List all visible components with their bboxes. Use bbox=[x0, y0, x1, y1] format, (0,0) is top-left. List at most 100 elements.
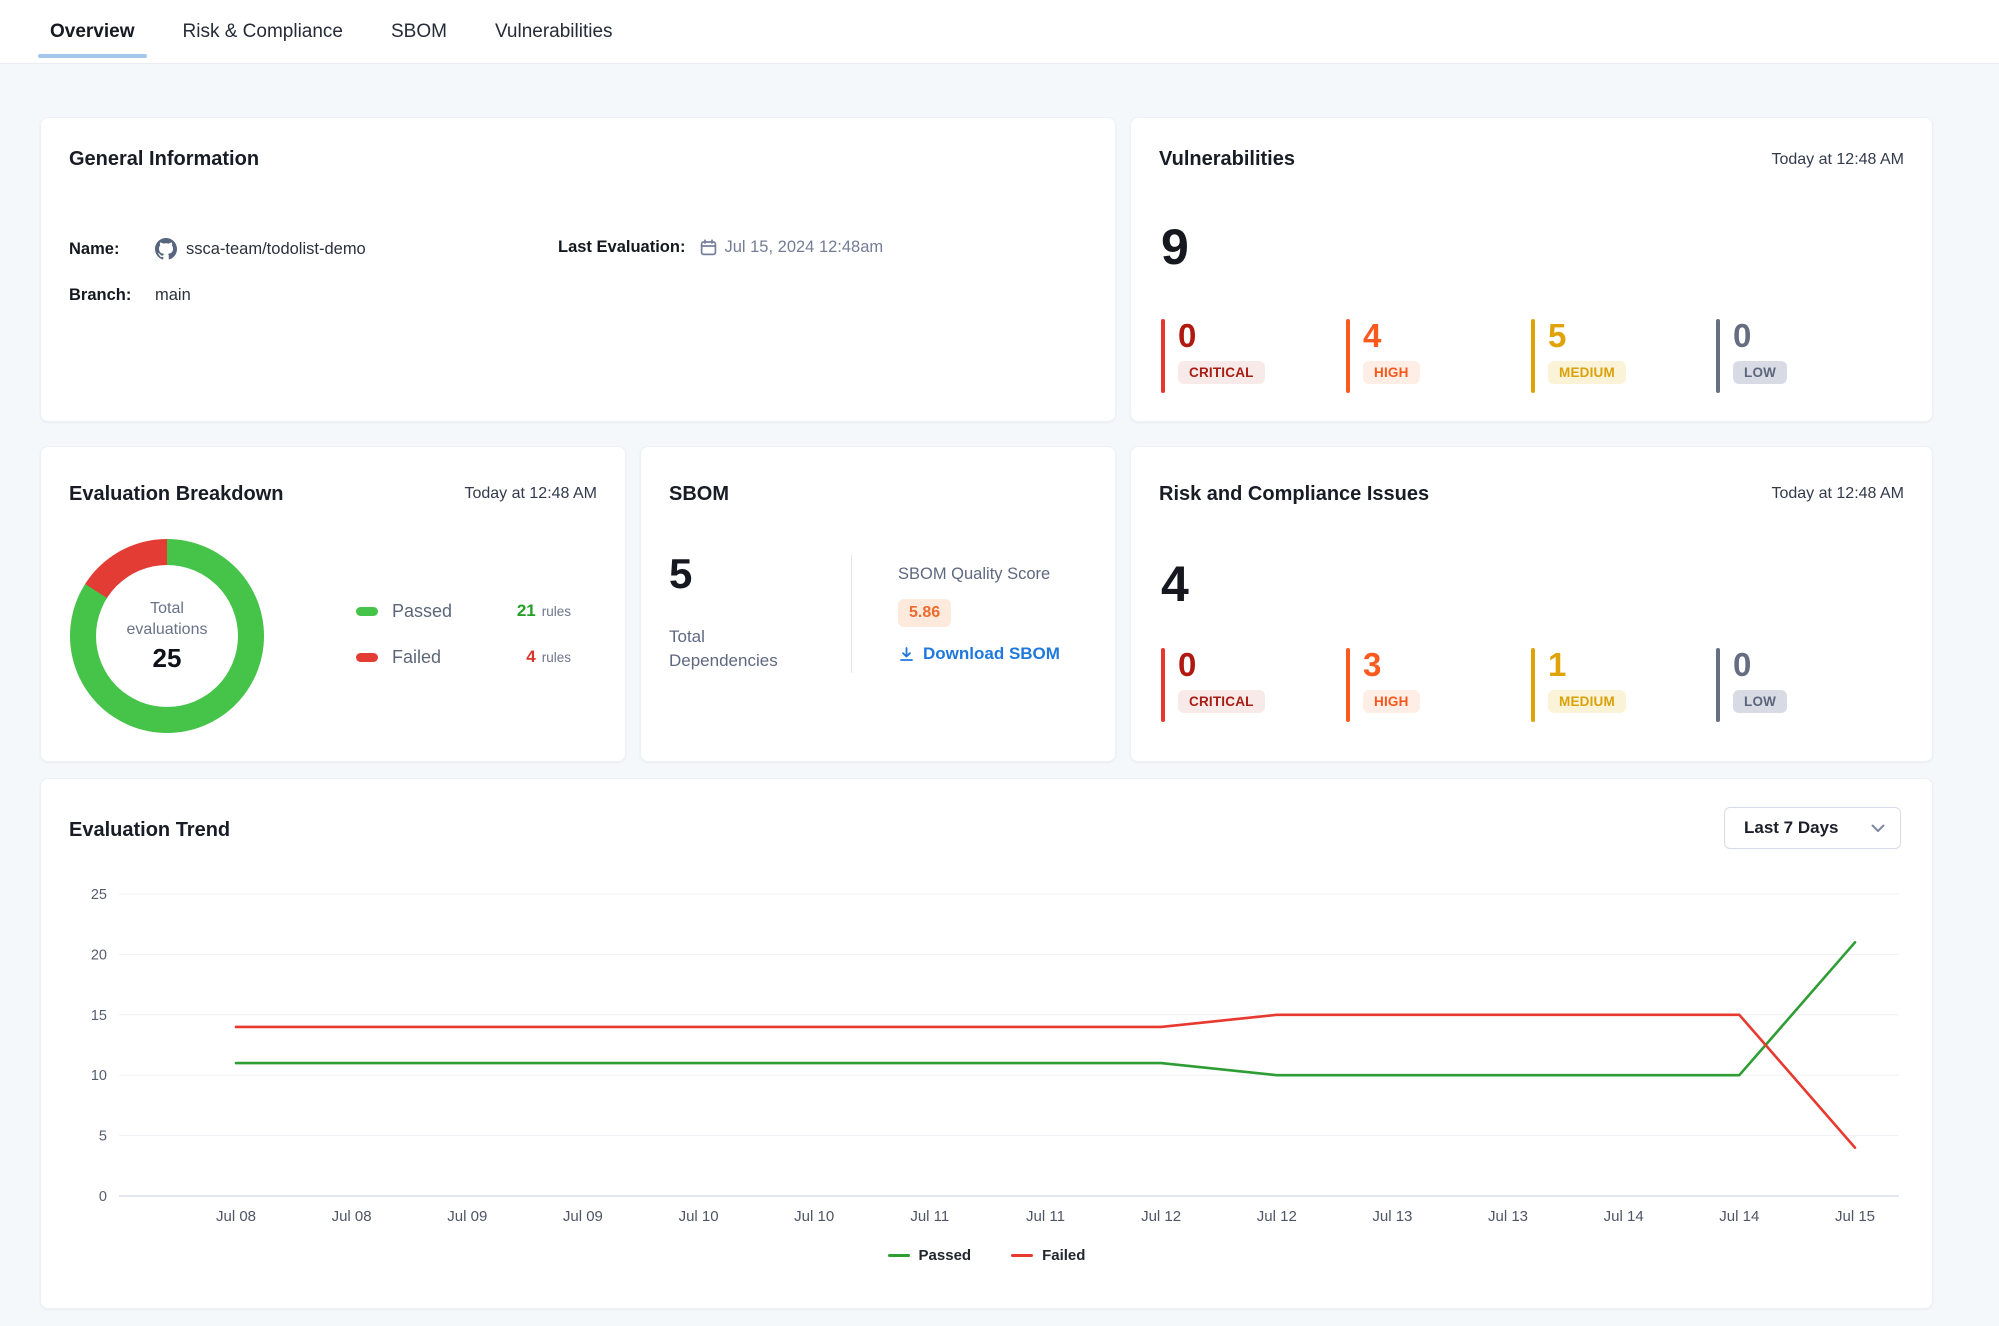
branch-value: main bbox=[155, 286, 191, 305]
svg-text:Jul 10: Jul 10 bbox=[794, 1208, 834, 1225]
tab-overview[interactable]: Overview bbox=[50, 0, 135, 63]
svg-text:20: 20 bbox=[91, 947, 107, 963]
failed-line-swatch bbox=[1011, 1254, 1033, 1257]
svg-text:Jul 14: Jul 14 bbox=[1604, 1208, 1644, 1225]
total-dependencies-count: 5 bbox=[669, 553, 692, 595]
severity-low: 0 LOW bbox=[1716, 648, 1864, 722]
tab-vulnerabilities[interactable]: Vulnerabilities bbox=[495, 0, 613, 63]
svg-text:10: 10 bbox=[91, 1068, 107, 1084]
repo-name-value: ssca-team/todolist-demo bbox=[186, 240, 366, 259]
legend-label: Failed bbox=[392, 647, 441, 668]
severity-row: 0 CRITICAL 4 HIGH 5 MEDIUM 0 LOW bbox=[1161, 319, 1864, 393]
legend-count: 21 bbox=[517, 601, 536, 621]
donut-legend: Passed 21 rules Failed 4 rules bbox=[356, 597, 571, 689]
sbom-quality-score-label: SBOM Quality Score bbox=[898, 565, 1108, 584]
severity-badge: CRITICAL bbox=[1178, 361, 1265, 384]
severity-count: 0 bbox=[1733, 648, 1787, 683]
svg-text:Jul 08: Jul 08 bbox=[216, 1208, 256, 1225]
sbom-card: SBOM 5 Total Dependencies SBOM Quality S… bbox=[640, 446, 1116, 762]
trend-line-chart: 0510152025Jul 08Jul 08Jul 09Jul 09Jul 10… bbox=[69, 869, 1906, 1231]
legend-failed: Failed bbox=[1011, 1247, 1085, 1264]
github-icon bbox=[155, 238, 177, 260]
svg-text:Jul 13: Jul 13 bbox=[1372, 1208, 1412, 1225]
last-evaluation-value: Jul 15, 2024 12:48am bbox=[724, 238, 883, 257]
severity-bar bbox=[1716, 319, 1720, 393]
calendar-icon bbox=[700, 239, 717, 256]
svg-text:25: 25 bbox=[91, 887, 107, 903]
svg-text:Jul 11: Jul 11 bbox=[1026, 1208, 1065, 1225]
vertical-divider bbox=[851, 555, 852, 673]
severity-high: 4 HIGH bbox=[1346, 319, 1494, 393]
legend-unit: rules bbox=[542, 604, 571, 619]
severity-badge: CRITICAL bbox=[1178, 690, 1265, 713]
severity-bar bbox=[1531, 648, 1535, 722]
severity-bar bbox=[1531, 319, 1535, 393]
severity-count: 5 bbox=[1548, 319, 1626, 354]
svg-text:15: 15 bbox=[91, 1008, 107, 1024]
svg-text:0: 0 bbox=[99, 1189, 107, 1205]
severity-badge: MEDIUM bbox=[1548, 361, 1626, 384]
donut-total-value: 25 bbox=[153, 643, 182, 674]
severity-row: 0 CRITICAL 3 HIGH 1 MEDIUM 0 LOW bbox=[1161, 648, 1864, 722]
card-title: General Information bbox=[69, 148, 259, 171]
legend-passed: Passed bbox=[888, 1247, 972, 1264]
svg-text:Jul 10: Jul 10 bbox=[679, 1208, 719, 1225]
severity-bar bbox=[1161, 648, 1165, 722]
severity-badge: LOW bbox=[1733, 361, 1787, 384]
repo-name-row: Name: ssca-team/todolist-demo bbox=[69, 238, 366, 260]
donut-center: Total evaluations 25 bbox=[96, 565, 238, 707]
legend-passed-row: Passed 21 rules bbox=[356, 597, 571, 625]
sbom-quality-score-value: 5.86 bbox=[898, 599, 951, 627]
donut-center-label: Total evaluations bbox=[127, 598, 208, 640]
risk-issues-total: 4 bbox=[1161, 559, 1189, 609]
card-title: Vulnerabilities bbox=[1159, 148, 1295, 171]
chevron-down-icon bbox=[1871, 824, 1885, 833]
severity-medium: 5 MEDIUM bbox=[1531, 319, 1679, 393]
tab-risk-compliance[interactable]: Risk & Compliance bbox=[183, 0, 344, 63]
svg-text:Jul 15: Jul 15 bbox=[1835, 1208, 1875, 1225]
severity-bar bbox=[1346, 648, 1350, 722]
card-timestamp: Today at 12:48 AM bbox=[1771, 485, 1904, 503]
evaluation-trend-card: Evaluation Trend Last 7 Days 0510152025J… bbox=[40, 778, 1933, 1309]
legend-failed-row: Failed 4 rules bbox=[356, 643, 571, 671]
severity-count: 0 bbox=[1178, 319, 1265, 354]
date-range-value: Last 7 Days bbox=[1744, 818, 1839, 838]
severity-medium: 1 MEDIUM bbox=[1531, 648, 1679, 722]
severity-count: 3 bbox=[1363, 648, 1420, 683]
severity-bar bbox=[1346, 319, 1350, 393]
card-title: SBOM bbox=[669, 483, 729, 506]
download-sbom-link[interactable]: Download SBOM bbox=[898, 644, 1108, 664]
severity-badge: HIGH bbox=[1363, 361, 1420, 384]
severity-count: 0 bbox=[1178, 648, 1265, 683]
svg-text:Jul 12: Jul 12 bbox=[1257, 1208, 1297, 1225]
card-title: Risk and Compliance Issues bbox=[1159, 483, 1429, 506]
evaluation-breakdown-card: Evaluation Breakdown Today at 12:48 AM T… bbox=[40, 446, 626, 762]
card-timestamp: Today at 12:48 AM bbox=[464, 485, 597, 503]
general-information-card: General Information Name: ssca-team/todo… bbox=[40, 117, 1116, 422]
severity-badge: HIGH bbox=[1363, 690, 1420, 713]
trend-legend: Passed Failed bbox=[41, 1247, 1932, 1264]
passed-line-swatch bbox=[888, 1254, 910, 1257]
vulnerabilities-card: Vulnerabilities Today at 12:48 AM 9 0 CR… bbox=[1130, 117, 1933, 422]
card-timestamp: Today at 12:48 AM bbox=[1771, 151, 1904, 169]
total-dependencies-label: Total Dependencies bbox=[669, 625, 778, 673]
severity-count: 0 bbox=[1733, 319, 1787, 354]
severity-badge: MEDIUM bbox=[1548, 690, 1626, 713]
legend-unit: rules bbox=[542, 650, 571, 665]
severity-bar bbox=[1161, 319, 1165, 393]
svg-text:Jul 09: Jul 09 bbox=[563, 1208, 603, 1225]
svg-text:Jul 08: Jul 08 bbox=[332, 1208, 372, 1225]
date-range-dropdown[interactable]: Last 7 Days bbox=[1724, 807, 1901, 849]
svg-text:Jul 12: Jul 12 bbox=[1141, 1208, 1181, 1225]
svg-text:Jul 13: Jul 13 bbox=[1488, 1208, 1528, 1225]
severity-high: 3 HIGH bbox=[1346, 648, 1494, 722]
legend-label: Passed bbox=[392, 601, 452, 622]
severity-low: 0 LOW bbox=[1716, 319, 1864, 393]
failed-swatch bbox=[356, 653, 378, 662]
download-icon bbox=[898, 646, 915, 663]
last-evaluation-label: Last Evaluation: bbox=[558, 238, 685, 257]
branch-row: Branch: main bbox=[69, 286, 191, 305]
severity-count: 1 bbox=[1548, 648, 1626, 683]
tab-sbom[interactable]: SBOM bbox=[391, 0, 447, 63]
svg-text:Jul 11: Jul 11 bbox=[910, 1208, 949, 1225]
